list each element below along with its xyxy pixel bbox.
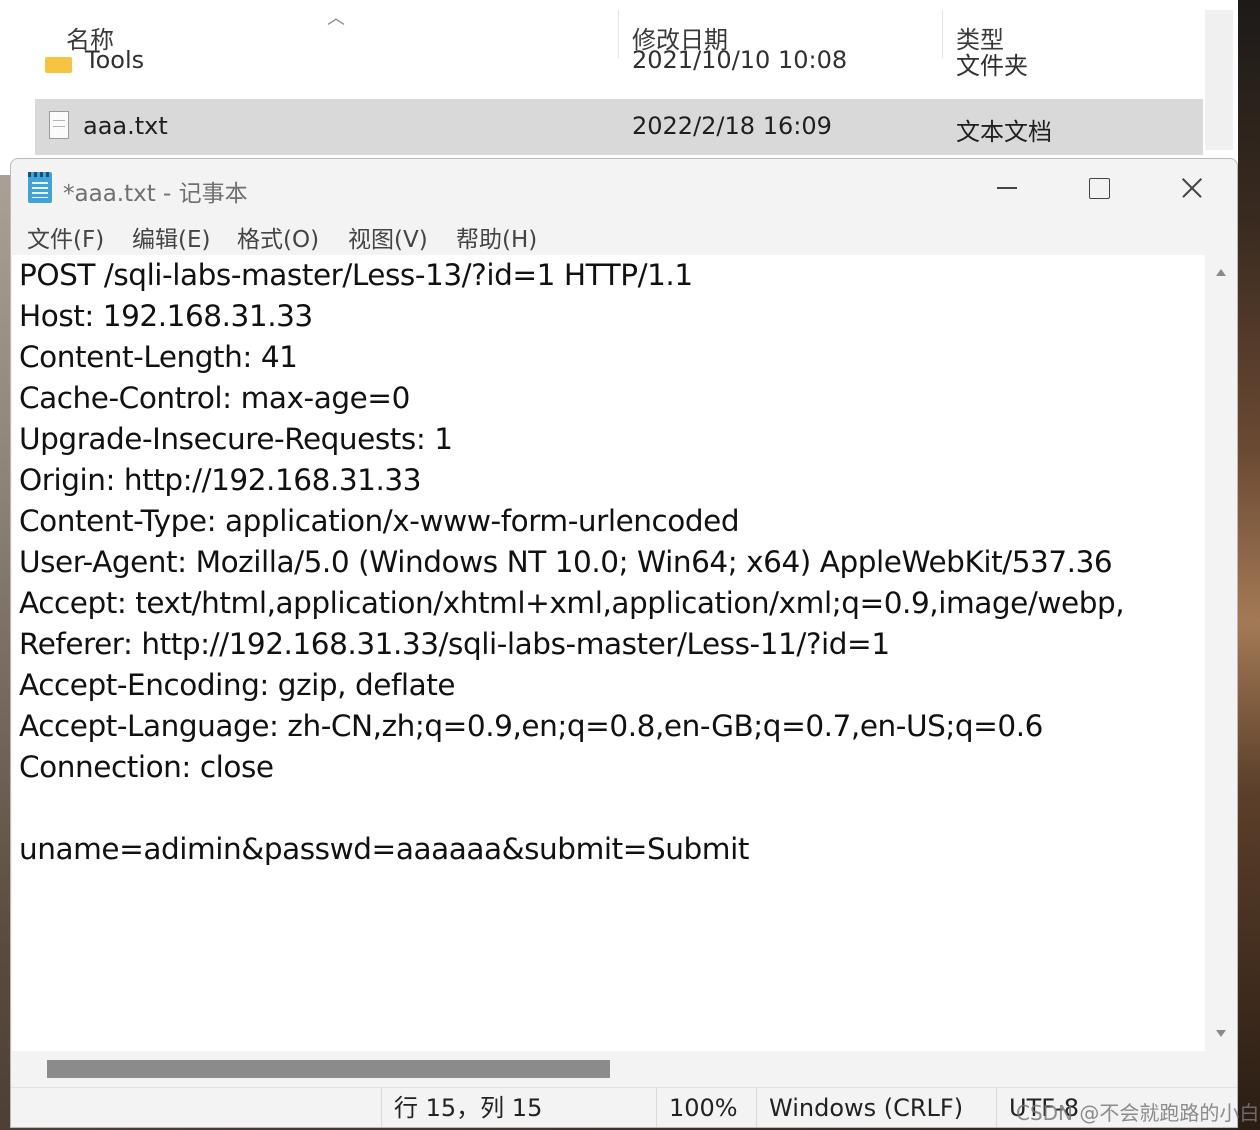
maximize-button[interactable] — [1053, 159, 1145, 217]
editor-line: Cache-Control: max-age=0 — [19, 381, 410, 415]
editor-line: Connection: close — [19, 750, 274, 784]
file-type: 文件夹 — [956, 52, 1028, 80]
menu-file[interactable]: 文件(F) — [27, 220, 104, 254]
file-modified: 2022/2/18 16:09 — [632, 112, 832, 140]
editor-line: Accept-Encoding: gzip, deflate — [19, 668, 456, 702]
text-file-icon — [49, 111, 69, 139]
editor-line: uname=adimin&passwd=aaaaaa&submit=Submit — [19, 832, 749, 866]
file-row-aaa-txt[interactable]: aaa.txt 2022/2/18 16:09 文本文档 — [35, 99, 1203, 155]
sort-ascending-icon[interactable]: ︿ — [327, 4, 345, 30]
watermark: CSDN @不会就跑路的小白 — [1016, 1101, 1260, 1125]
editor-line: Content-Length: 41 — [19, 340, 298, 374]
editor-line: Content-Type: application/x-www-form-url… — [19, 504, 740, 538]
minimize-button[interactable] — [961, 159, 1053, 217]
editor-line: Origin: http://192.168.31.33 — [19, 463, 422, 497]
zoom-level: 100% — [656, 1088, 756, 1127]
menu-help[interactable]: 帮助(H) — [456, 220, 537, 254]
menu-bar: 文件(F) 编辑(E) 格式(O) 视图(V) 帮助(H) — [11, 217, 1237, 255]
editor-line: Referer: http://192.168.31.33/sqli-labs-… — [19, 627, 890, 661]
file-modified: 2021/10/10 10:08 — [632, 50, 848, 74]
file-row-tools[interactable]: Tools 2021/10/10 10:08 文件夹 — [40, 50, 1198, 80]
editor-line: User-Agent: Mozilla/5.0 (Windows NT 10.0… — [19, 545, 1113, 579]
window-title: *aaa.txt - 记事本 — [63, 181, 248, 207]
file-type: 文本文档 — [956, 118, 1052, 146]
notepad-icon — [28, 172, 52, 203]
editor-line: Accept-Language: zh-CN,zh;q=0.9,en;q=0.8… — [19, 709, 1043, 743]
editor-line: POST /sqli-labs-master/Less-13/?id=1 HTT… — [19, 258, 693, 292]
cursor-position: 行 15，列 15 — [381, 1088, 656, 1127]
explorer-scrollbar[interactable] — [1205, 10, 1233, 150]
horizontal-scroll-thumb[interactable] — [47, 1060, 610, 1078]
editor-line: Host: 192.168.31.33 — [19, 299, 313, 333]
text-editor[interactable]: POST /sqli-labs-master/Less-13/?id=1 HTT… — [12, 255, 1205, 1051]
scroll-up-icon[interactable] — [1216, 269, 1226, 276]
title-bar[interactable]: *aaa.txt - 记事本 — [11, 159, 1237, 217]
folder-icon — [45, 57, 72, 73]
file-explorer-window: ︿ 名称 修改日期 类型 Tools 2021/10/10 10:08 文件夹 … — [0, 0, 1238, 175]
menu-view[interactable]: 视图(V) — [348, 220, 428, 254]
editor-line: Upgrade-Insecure-Requests: 1 — [19, 422, 453, 456]
menu-format[interactable]: 格式(O) — [237, 220, 319, 254]
editor-line: Accept: text/html,application/xhtml+xml,… — [19, 586, 1125, 620]
menu-edit[interactable]: 编辑(E) — [132, 220, 210, 254]
vertical-scrollbar[interactable] — [1205, 255, 1237, 1051]
horizontal-scrollbar[interactable] — [12, 1051, 1205, 1087]
notepad-window: *aaa.txt - 记事本 文件(F) 编辑(E) 格式(O) 视图(V) 帮… — [10, 158, 1238, 1128]
desktop-wallpaper — [1238, 0, 1260, 1130]
close-button[interactable] — [1145, 159, 1237, 217]
file-name: aaa.txt — [83, 112, 168, 140]
line-ending: Windows (CRLF) — [756, 1088, 996, 1127]
scroll-down-icon[interactable] — [1216, 1030, 1226, 1037]
file-name: Tools — [85, 50, 145, 74]
